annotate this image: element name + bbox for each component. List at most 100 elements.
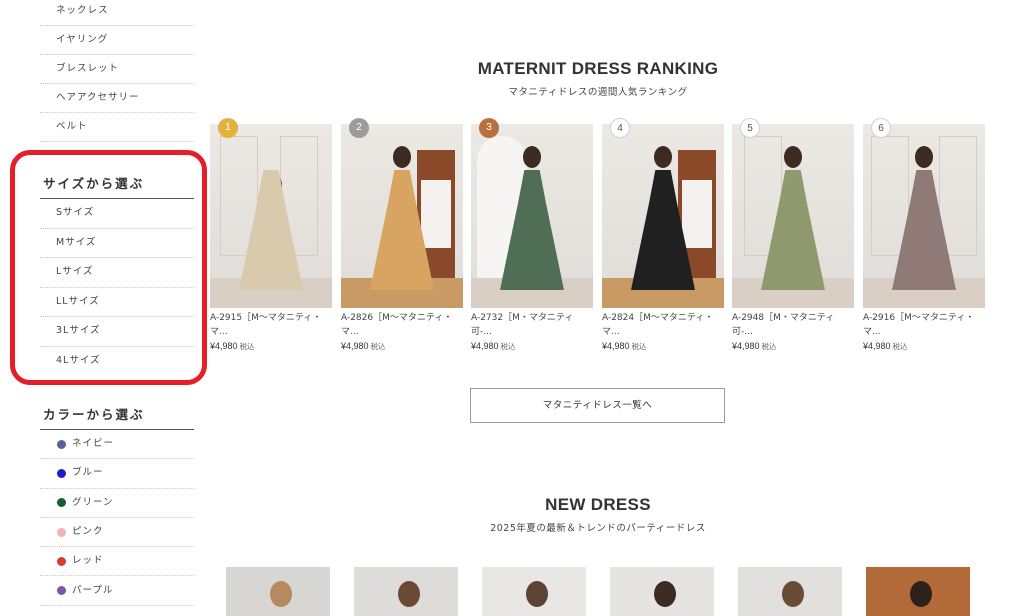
product-photo[interactable] — [602, 124, 724, 308]
model-head — [784, 146, 802, 168]
product-photo[interactable] — [341, 124, 463, 308]
color-label: グリーン — [72, 496, 114, 508]
product-price: ¥4,980 税込 — [210, 341, 332, 352]
product-price: ¥4,980 税込 — [732, 341, 854, 352]
color-pink-link[interactable]: ピンク — [40, 518, 194, 548]
color-blue-link[interactable]: ブルー — [40, 459, 194, 489]
color-swatch — [57, 439, 66, 449]
sidebar: ネックレス イヤリング ブレスレット ヘアアクセサリー ベルト サイズから選ぶ … — [0, 0, 210, 616]
product-price: ¥4,980 税込 — [341, 341, 463, 352]
tax-label: 税込 — [631, 342, 647, 351]
size-4l-link[interactable]: 4Lサイズ — [40, 347, 194, 377]
color-label: レッド — [72, 555, 104, 567]
price-value: ¥4,980 — [210, 341, 238, 351]
ranking-subheading: マタニティドレスの週間人気ランキング — [508, 87, 688, 98]
size-filter-section: サイズから選ぶ Sサイズ Mサイズ Lサイズ LLサイズ 3Lサイズ 4Lサイズ — [40, 170, 194, 376]
accessory-category-list: ネックレス イヤリング ブレスレット ヘアアクセサリー ベルト — [40, 0, 194, 142]
main-content: MATERNIT DRESS RANKING マタニティドレスの週間人気ランキン… — [210, 0, 1024, 616]
view-maternity-list-button[interactable]: マタニティドレス一覧へ — [470, 388, 725, 423]
color-navy-link[interactable]: ネイビー — [40, 430, 194, 460]
model-head — [654, 581, 676, 607]
color-label: ブルー — [72, 467, 104, 479]
model-head — [782, 581, 804, 607]
ranking-product-list: 1 A-2915［M〜マタニティ・マ... ¥4,980 税込 2 A-2826［… — [210, 118, 990, 364]
new-dress-photo[interactable] — [482, 567, 586, 616]
price-value: ¥4,980 — [471, 341, 499, 351]
product-card[interactable]: 4 A-2824［M〜マタニティ・マ... ¥4,980 税込 — [602, 118, 724, 352]
color-swatch — [57, 527, 66, 537]
category-necklace[interactable]: ネックレス — [40, 0, 194, 26]
category-belt[interactable]: ベルト — [40, 113, 194, 142]
model-head — [910, 581, 932, 607]
product-photo[interactable] — [863, 124, 985, 308]
color-label: パープル — [72, 584, 114, 596]
tax-label: 税込 — [500, 342, 516, 351]
tax-label: 税込 — [239, 342, 255, 351]
category-earrings[interactable]: イヤリング — [40, 26, 194, 55]
rank-badge: 6 — [871, 118, 891, 138]
product-name[interactable]: A-2916［M〜マタニティ・マ... — [863, 311, 985, 339]
rank-badge: 3 — [479, 118, 499, 138]
color-red-link[interactable]: レッド — [40, 547, 194, 577]
category-hair-accessory[interactable]: ヘアアクセサリー — [40, 84, 194, 113]
rank-badge: 4 — [610, 118, 630, 138]
new-dress-photo[interactable] — [226, 567, 330, 616]
product-photo[interactable] — [471, 124, 593, 308]
tax-label: 税込 — [370, 342, 386, 351]
color-filter-section: カラーから選ぶ ネイビー ブルー グリーン ピンク レッド パープル — [40, 401, 194, 606]
size-s-link[interactable]: Sサイズ — [40, 199, 194, 229]
product-price: ¥4,980 税込 — [863, 341, 985, 352]
new-dress-photo[interactable] — [610, 567, 714, 616]
new-dress-photo[interactable] — [738, 567, 842, 616]
category-bracelet[interactable]: ブレスレット — [40, 55, 194, 84]
new-dress-subheading: 2025年夏の最新＆トレンドのパーティードレス — [490, 523, 706, 534]
product-name[interactable]: A-2732［M・マタニティ可-... — [471, 311, 593, 339]
price-value: ¥4,980 — [602, 341, 630, 351]
color-swatch — [57, 586, 66, 596]
product-name[interactable]: A-2915［M〜マタニティ・マ... — [210, 311, 332, 339]
model-head — [270, 581, 292, 607]
model-head — [398, 581, 420, 607]
product-card[interactable]: 1 A-2915［M〜マタニティ・マ... ¥4,980 税込 — [210, 118, 332, 352]
color-swatch — [57, 498, 66, 508]
color-section-title: カラーから選ぶ — [40, 401, 194, 430]
size-m-link[interactable]: Mサイズ — [40, 229, 194, 258]
model-head — [915, 146, 933, 168]
new-dress-product-list — [226, 567, 986, 616]
model-head — [654, 146, 672, 168]
size-section-title: サイズから選ぶ — [40, 170, 194, 199]
size-ll-link[interactable]: LLサイズ — [40, 288, 194, 317]
new-dress-heading: NEW DRESS — [545, 495, 651, 514]
product-name[interactable]: A-2948［M・マタニティ可-... — [732, 311, 854, 339]
new-dress-photo[interactable] — [866, 567, 970, 616]
size-3l-link[interactable]: 3Lサイズ — [40, 317, 194, 347]
size-l-link[interactable]: Lサイズ — [40, 258, 194, 288]
rank-badge: 2 — [349, 118, 369, 138]
color-green-link[interactable]: グリーン — [40, 489, 194, 518]
rank-badge: 5 — [740, 118, 760, 138]
new-dress-photo[interactable] — [354, 567, 458, 616]
color-label: ピンク — [72, 526, 104, 538]
model-head — [526, 581, 548, 607]
product-card[interactable]: 2 A-2826［M〜マタニティ・マ... ¥4,980 税込 — [341, 118, 463, 352]
tax-label: 税込 — [892, 342, 908, 351]
model-head — [393, 146, 411, 168]
product-price: ¥4,980 税込 — [471, 341, 593, 352]
color-purple-link[interactable]: パープル — [40, 576, 194, 606]
price-value: ¥4,980 — [341, 341, 369, 351]
product-card[interactable]: 5 A-2948［M・マタニティ可-... ¥4,980 税込 — [732, 118, 854, 352]
color-swatch — [57, 468, 66, 478]
color-label: ネイビー — [72, 438, 115, 450]
price-value: ¥4,980 — [863, 341, 891, 351]
ranking-heading: MATERNIT DRESS RANKING — [477, 59, 719, 78]
product-photo[interactable] — [210, 124, 332, 308]
product-name[interactable]: A-2824［M〜マタニティ・マ... — [602, 311, 724, 339]
product-card[interactable]: 6 A-2916［M〜マタニティ・マ... ¥4,980 税込 — [863, 118, 985, 352]
product-price: ¥4,980 税込 — [602, 341, 724, 352]
product-card[interactable]: 3 A-2732［M・マタニティ可-... ¥4,980 税込 — [471, 118, 593, 352]
price-value: ¥4,980 — [732, 341, 760, 351]
color-swatch — [57, 556, 66, 566]
tax-label: 税込 — [761, 342, 777, 351]
product-name[interactable]: A-2826［M〜マタニティ・マ... — [341, 311, 463, 339]
product-photo[interactable] — [732, 124, 854, 308]
